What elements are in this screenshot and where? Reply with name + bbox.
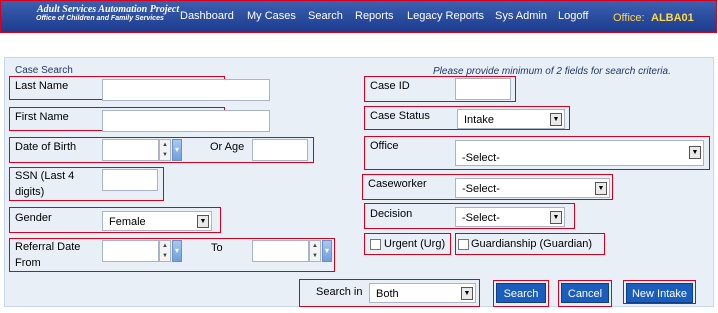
gender-selected-value: Female — [109, 216, 146, 228]
search-in-selected-value: Both — [376, 288, 399, 300]
spin-up-icon[interactable]: ▲ — [310, 241, 320, 251]
search-in-label: Search in — [316, 286, 363, 298]
nav-legacy-reports[interactable]: Legacy Reports — [407, 10, 484, 22]
new-intake-button[interactable]: New Intake — [626, 283, 693, 303]
dropdown-arrow-icon[interactable]: ▼ — [550, 211, 562, 224]
first-name-label: First Name — [15, 111, 69, 123]
cancel-button[interactable]: Cancel — [561, 283, 609, 303]
nav-sys-admin[interactable]: Sys Admin — [495, 10, 547, 22]
dob-input[interactable] — [102, 139, 159, 161]
nav-reports[interactable]: Reports — [355, 10, 394, 22]
decision-label: Decision — [370, 208, 413, 220]
dob-label: Date of Birth — [15, 141, 77, 153]
dob-calendar-button[interactable]: ▾ — [172, 139, 182, 161]
referral-to-label: To — [211, 242, 223, 254]
office-code: ALBA01 — [651, 12, 694, 24]
or-age-label: Or Age — [210, 141, 245, 153]
urgent-label: Urgent (Urg) — [384, 238, 446, 250]
referral-from-datepicker[interactable]: ▲ ▼ ▾ — [102, 240, 182, 262]
age-input[interactable] — [252, 139, 308, 161]
app-logo-title: Adult Services Automation Project — [37, 4, 180, 15]
first-name-input[interactable] — [102, 110, 270, 132]
spin-down-icon[interactable]: ▼ — [160, 251, 170, 261]
spin-up-icon[interactable]: ▲ — [160, 140, 170, 150]
case-status-select[interactable]: Intake ▼ — [457, 109, 565, 129]
nav-my-cases[interactable]: My Cases — [247, 10, 296, 22]
ssn-label: SSN (Last 4 digits) — [15, 170, 75, 198]
referral-to-spinner[interactable]: ▲ ▼ — [309, 240, 321, 262]
panel-title: Case Search — [15, 65, 73, 76]
gender-select[interactable]: Female ▼ — [102, 211, 212, 231]
referral-from-input[interactable] — [102, 240, 159, 262]
dropdown-arrow-icon[interactable]: ▼ — [595, 182, 607, 195]
case-id-label: Case ID — [370, 80, 410, 92]
dob-spinner[interactable]: ▲ ▼ — [159, 139, 171, 161]
spin-up-icon[interactable]: ▲ — [160, 241, 170, 251]
nav-dashboard[interactable]: Dashboard — [180, 10, 234, 22]
dropdown-arrow-icon[interactable]: ▼ — [197, 215, 209, 228]
dob-datepicker[interactable]: ▲ ▼ ▾ — [102, 139, 182, 161]
search-in-select[interactable]: Both ▼ — [369, 283, 476, 303]
last-name-input[interactable] — [102, 79, 270, 101]
nav-search[interactable]: Search — [308, 10, 343, 22]
decision-selected-value: -Select- — [462, 212, 500, 224]
dropdown-arrow-icon[interactable]: ▼ — [461, 287, 473, 300]
case-status-selected-value: Intake — [464, 114, 494, 126]
dropdown-arrow-icon[interactable]: ▼ — [689, 146, 701, 159]
nav-logoff[interactable]: Logoff — [558, 10, 588, 22]
dropdown-arrow-icon[interactable]: ▼ — [550, 113, 562, 126]
referral-to-calendar-button[interactable]: ▾ — [322, 240, 332, 262]
case-status-label: Case Status — [370, 110, 430, 122]
office-selected-value: -Select- — [462, 152, 500, 164]
case-id-input[interactable] — [455, 78, 511, 100]
spin-down-icon[interactable]: ▼ — [160, 150, 170, 160]
office-label: Office: — [613, 12, 645, 24]
office-select[interactable]: -Select- ▼ — [455, 140, 704, 166]
caseworker-selected-value: -Select- — [462, 183, 500, 195]
caseworker-label: Caseworker — [368, 178, 427, 190]
referral-from-spinner[interactable]: ▲ ▼ — [159, 240, 171, 262]
guardianship-checkbox[interactable] — [458, 239, 469, 250]
decision-select[interactable]: -Select- ▼ — [455, 207, 565, 227]
caseworker-select[interactable]: -Select- ▼ — [455, 178, 610, 198]
search-button[interactable]: Search — [496, 283, 546, 303]
referral-to-input[interactable] — [252, 240, 309, 262]
urgent-checkbox[interactable] — [370, 239, 381, 250]
app-logo-subtitle: Office of Children and Family Services — [36, 15, 164, 22]
gender-label: Gender — [15, 212, 52, 224]
spin-down-icon[interactable]: ▼ — [310, 251, 320, 261]
referral-from-calendar-button[interactable]: ▾ — [172, 240, 182, 262]
last-name-label: Last Name — [15, 80, 69, 92]
guardianship-label: Guardianship (Guardian) — [471, 238, 593, 250]
office-field-label: Office — [370, 140, 399, 152]
ssn-input[interactable] — [102, 169, 158, 191]
referral-to-datepicker[interactable]: ▲ ▼ ▾ — [252, 240, 332, 262]
top-navigation-bar: Adult Services Automation Project Office… — [0, 0, 717, 33]
referral-from-label: Referral Date From — [15, 241, 81, 269]
